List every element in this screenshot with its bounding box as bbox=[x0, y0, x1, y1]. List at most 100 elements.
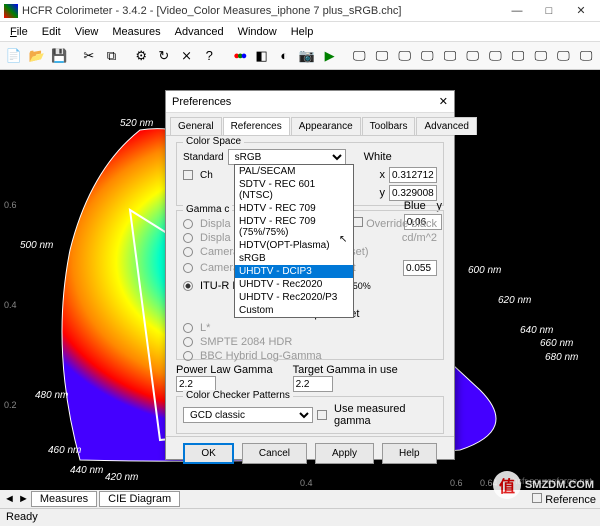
tab-arrows[interactable]: ◄ ► bbox=[4, 493, 29, 505]
target-input[interactable] bbox=[293, 376, 333, 392]
monitor8-icon[interactable]: 🖵 bbox=[508, 46, 528, 66]
app-logo-icon bbox=[4, 4, 18, 18]
menu-view[interactable]: View bbox=[69, 24, 105, 40]
open-icon[interactable]: 📂 bbox=[27, 46, 47, 66]
ok-button[interactable]: OK bbox=[183, 443, 233, 464]
menu-advanced[interactable]: Advanced bbox=[169, 24, 230, 40]
menu-window[interactable]: Window bbox=[232, 24, 283, 40]
gray-icon[interactable]: ◐ bbox=[274, 46, 294, 66]
menu-file[interactable]: FFileile bbox=[4, 24, 34, 40]
monitor9-icon[interactable]: 🖵 bbox=[531, 46, 551, 66]
ch-checkbox[interactable] bbox=[183, 170, 193, 180]
radio-smpte[interactable] bbox=[183, 337, 193, 347]
option-pal[interactable]: PAL/SECAM bbox=[235, 165, 353, 178]
close-button[interactable]: ✕ bbox=[566, 2, 596, 20]
cam-man-input[interactable] bbox=[403, 260, 437, 276]
settings-icon[interactable]: ⚙ bbox=[131, 46, 151, 66]
tab-cie[interactable]: CIE Diagram bbox=[99, 491, 180, 507]
monitor1-icon[interactable]: 🖵 bbox=[349, 46, 369, 66]
monitor6-icon[interactable]: 🖵 bbox=[463, 46, 483, 66]
option-dcip3[interactable]: UHDTV - DCIP3 bbox=[235, 265, 353, 278]
white-label: White bbox=[364, 151, 392, 163]
dialog-tabs: General References Appearance Toolbars A… bbox=[166, 113, 454, 136]
help-button[interactable]: Help bbox=[382, 443, 437, 464]
standard-select[interactable]: sRGB bbox=[228, 149, 346, 165]
new-icon[interactable]: 📄 bbox=[4, 46, 24, 66]
monitor5-icon[interactable]: 🖵 bbox=[440, 46, 460, 66]
menu-bar: FFileile Edit View Measures Advanced Win… bbox=[0, 22, 600, 42]
white-x-input[interactable] bbox=[389, 167, 437, 183]
wavelength-440: 440 nm bbox=[70, 465, 103, 476]
monitor4-icon[interactable]: 🖵 bbox=[417, 46, 437, 66]
option-rec2020p3[interactable]: UHDTV - Rec2020/P3 bbox=[235, 291, 353, 304]
radio-bbc[interactable] bbox=[183, 351, 193, 361]
ccp-select[interactable]: GCD classic bbox=[183, 407, 313, 423]
tab-general[interactable]: General bbox=[170, 117, 222, 135]
cancel-button[interactable]: Cancel bbox=[242, 443, 307, 464]
override-checkbox[interactable] bbox=[353, 217, 363, 227]
axis-y-02: 0.2 bbox=[4, 400, 17, 410]
radio-cam-man[interactable] bbox=[183, 263, 193, 273]
option-srgb[interactable]: sRGB bbox=[235, 252, 353, 265]
monitor3-icon[interactable]: 🖵 bbox=[395, 46, 415, 66]
radio-lstar[interactable] bbox=[183, 323, 193, 333]
wavelength-660: 660 nm bbox=[540, 338, 573, 349]
monitor7-icon[interactable]: 🖵 bbox=[486, 46, 506, 66]
option-hdtv709-75[interactable]: HDTV - REC 709 (75%/75%) bbox=[235, 215, 353, 239]
watermark: 值 SMZDM.COM bbox=[493, 471, 594, 499]
menu-edit[interactable]: Edit bbox=[36, 24, 67, 40]
usemeas-checkbox[interactable] bbox=[317, 410, 327, 420]
tab-references[interactable]: References bbox=[223, 117, 290, 135]
power-label: Power Law Gamma bbox=[176, 364, 273, 376]
apply-button[interactable]: Apply bbox=[315, 443, 374, 464]
radio-displa2[interactable] bbox=[183, 233, 193, 243]
tab-appearance[interactable]: Appearance bbox=[291, 117, 361, 135]
radio-cam-std[interactable] bbox=[183, 247, 193, 257]
axis-y-06: 0.6 bbox=[4, 200, 17, 210]
radio-displa1[interactable] bbox=[183, 219, 193, 229]
save-icon[interactable]: 💾 bbox=[49, 46, 69, 66]
play-icon[interactable]: ▶ bbox=[320, 46, 340, 66]
minimize-button[interactable]: — bbox=[502, 2, 532, 20]
copy-icon[interactable]: ⧉ bbox=[102, 46, 122, 66]
colorspace-group-label: Color Space bbox=[183, 136, 244, 147]
monitor10-icon[interactable]: 🖵 bbox=[554, 46, 574, 66]
gamma-group-label: Gamma c bbox=[183, 204, 232, 215]
menu-help[interactable]: Help bbox=[285, 24, 320, 40]
wavelength-600: 600 nm bbox=[468, 265, 501, 276]
option-hdtv-plasma[interactable]: HDTV(OPT-Plasma) bbox=[235, 239, 353, 252]
rgb-dots-icon[interactable]: ●●● bbox=[229, 46, 249, 66]
watermark-icon: 值 bbox=[493, 471, 521, 499]
monitor2-icon[interactable]: 🖵 bbox=[372, 46, 392, 66]
watermark-text: SMZDM.COM bbox=[525, 479, 594, 491]
stop-icon[interactable]: ⨯ bbox=[177, 46, 197, 66]
y-label: y bbox=[380, 187, 386, 199]
wavelength-520: 520 nm bbox=[120, 118, 153, 129]
monitor11-icon[interactable]: 🖵 bbox=[576, 46, 596, 66]
option-rec2020[interactable]: UHDTV - Rec2020 bbox=[235, 278, 353, 291]
dialog-title: Preferences bbox=[172, 96, 231, 108]
option-hdtv709[interactable]: HDTV - REC 709 bbox=[235, 202, 353, 215]
cut-icon[interactable]: ✂ bbox=[79, 46, 99, 66]
ccp-label: Color Checker Patterns bbox=[183, 390, 293, 401]
radio-itu[interactable] bbox=[183, 281, 193, 291]
refresh-icon[interactable]: ↻ bbox=[154, 46, 174, 66]
wavelength-460: 460 nm bbox=[48, 445, 81, 456]
wavelength-640: 640 nm bbox=[520, 325, 553, 336]
axis-x-04: 0.4 bbox=[300, 478, 313, 488]
option-sdtv[interactable]: SDTV - REC 601 (NTSC) bbox=[235, 178, 353, 202]
tab-measures[interactable]: Measures bbox=[31, 491, 97, 507]
gradient-icon[interactable]: ◧ bbox=[252, 46, 272, 66]
option-custom[interactable]: Custom bbox=[235, 304, 353, 317]
maximize-button[interactable]: □ bbox=[534, 2, 564, 20]
help-icon[interactable]: ? bbox=[199, 46, 219, 66]
tab-advanced[interactable]: Advanced bbox=[416, 117, 476, 135]
camera-icon[interactable]: 📷 bbox=[297, 46, 317, 66]
axis-x-06: 0.6 bbox=[450, 478, 463, 488]
tab-toolbars[interactable]: Toolbars bbox=[362, 117, 416, 135]
wavelength-680: 680 nm bbox=[545, 352, 578, 363]
standard-label: Standard bbox=[183, 152, 224, 163]
menu-measures[interactable]: Measures bbox=[106, 24, 166, 40]
title-bar: HCFR Colorimeter - 3.4.2 - [Video_Color … bbox=[0, 0, 600, 22]
dialog-close-icon[interactable]: ✕ bbox=[439, 95, 448, 108]
